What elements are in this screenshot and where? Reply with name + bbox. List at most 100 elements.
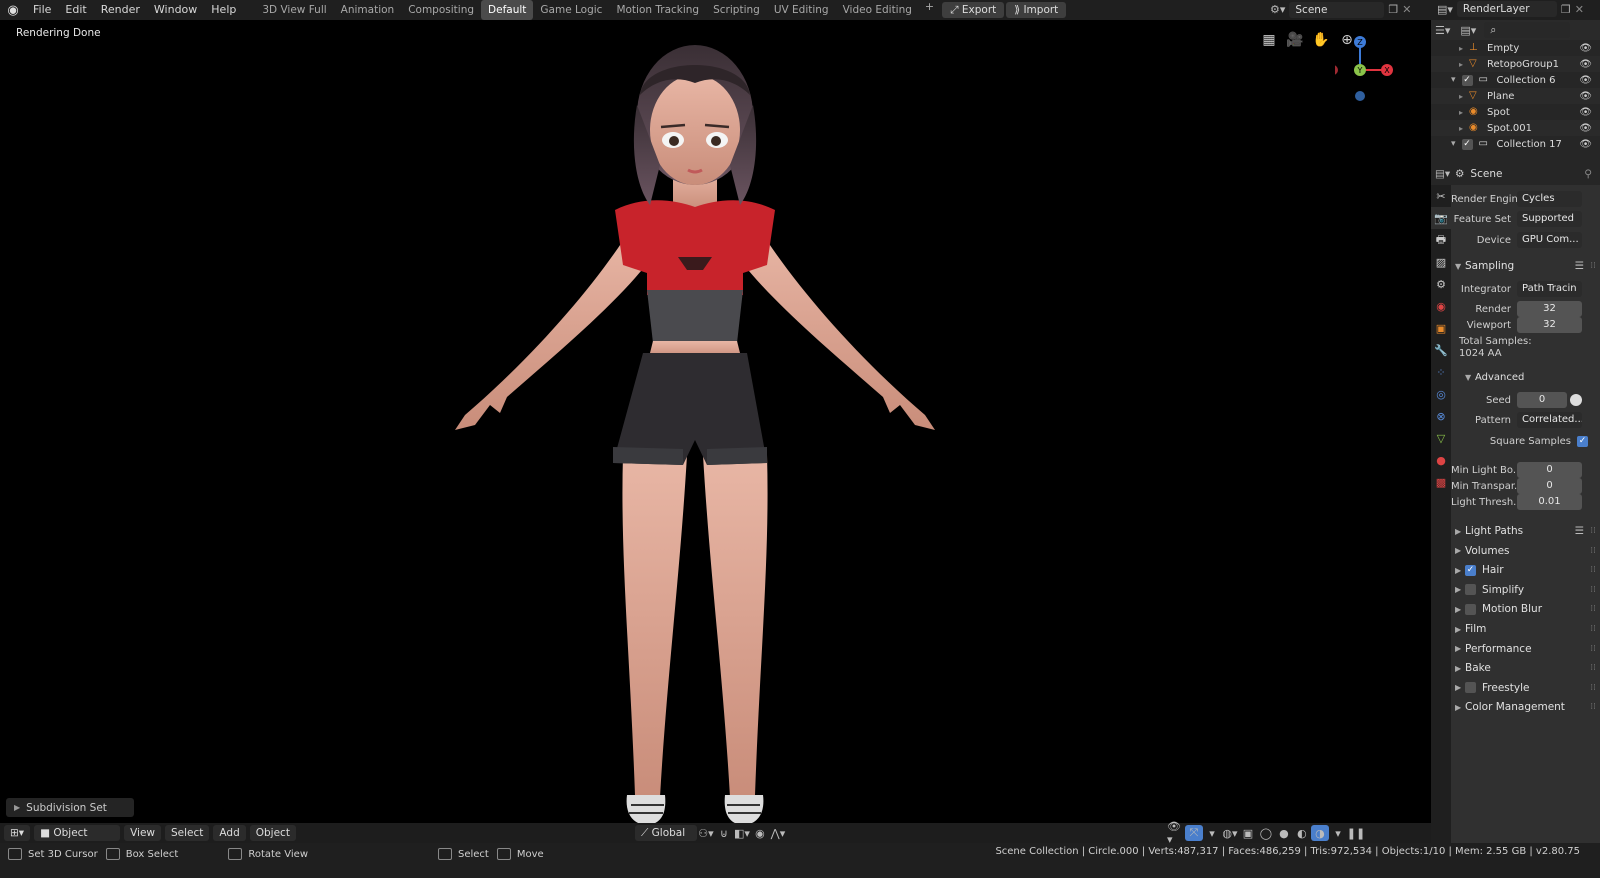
rendered-shading-icon[interactable]: ◑ <box>1310 825 1329 841</box>
snap-target-icon[interactable]: ◧▾ <box>733 825 751 841</box>
drag-handle-icon[interactable]: ⁞⁞ <box>1590 683 1596 693</box>
new-scene-icon[interactable]: ❐ <box>1388 3 1398 16</box>
panel-header[interactable]: ▶ Light Paths ☰ ⁞⁞ <box>1451 521 1600 541</box>
panel-enable-checkbox[interactable] <box>1465 603 1476 615</box>
gizmo-neg-z-axis[interactable] <box>1355 91 1365 101</box>
gizmo-neg-x-axis[interactable] <box>1335 65 1338 75</box>
outliner-item[interactable]: ▾ ✓ ▭ Collection 6 👁 <box>1431 72 1600 88</box>
texture-tab-icon[interactable]: ▩ <box>1431 471 1451 493</box>
tab-3d-view-full[interactable]: 3D View Full <box>255 0 333 20</box>
data-tab-icon[interactable]: ▽ <box>1431 427 1451 449</box>
particles-tab-icon[interactable]: ⁘ <box>1431 361 1451 383</box>
integrator-dropdown[interactable]: Path Tracin <box>1517 281 1582 297</box>
transform-orientation-selector[interactable]: ⟋ Global ▾ <box>634 825 697 855</box>
display-mode-icon[interactable]: ▤▾ <box>1460 24 1476 37</box>
panel-enable-checkbox[interactable]: ✓ <box>1465 564 1476 576</box>
outliner-item[interactable]: ▸ ◉ Spot.001 👁 <box>1431 120 1600 136</box>
panel-header[interactable]: ▶ Simplify ⁞⁞ <box>1451 580 1600 600</box>
gizmo-dropdown-icon[interactable]: ▾ <box>1203 825 1221 841</box>
drag-handle-icon[interactable]: ⁞⁞ <box>1590 702 1596 712</box>
object-tab-icon[interactable]: ▣ <box>1431 317 1451 339</box>
viewport-samples-field[interactable]: 32 <box>1517 317 1582 333</box>
tab-scripting[interactable]: Scripting <box>706 0 767 20</box>
panel-header[interactable]: ▶ Volumes ⁞⁞ <box>1451 541 1600 561</box>
navigation-gizmo[interactable]: Z Y X <box>1335 28 1410 103</box>
tab-animation[interactable]: Animation <box>334 0 402 20</box>
expand-arrow-icon[interactable]: ▸ <box>1459 44 1463 53</box>
wireframe-shading-icon[interactable]: ◯ <box>1257 825 1275 841</box>
advanced-subpanel-header[interactable]: ▼ Advanced <box>1451 367 1600 387</box>
collection-checkbox[interactable]: ✓ <box>1461 138 1473 150</box>
add-workspace-icon[interactable]: + <box>919 0 940 20</box>
outliner-item[interactable]: ▸ ⊥ Empty 👁 <box>1431 40 1600 56</box>
world-tab-icon[interactable]: ◉ <box>1431 295 1451 317</box>
feature-set-dropdown[interactable]: Supported <box>1517 211 1582 227</box>
render-tab-icon[interactable]: 📷 <box>1431 207 1451 229</box>
expand-arrow-icon[interactable]: ▸ <box>1459 124 1463 133</box>
visibility-eye-icon[interactable]: 👁 <box>1579 91 1592 102</box>
expand-arrow-icon[interactable]: ▸ <box>1459 108 1463 117</box>
import-button[interactable]: ⟫ Import <box>1006 2 1067 18</box>
menu-render[interactable]: Render <box>94 0 147 20</box>
modifier-tab-icon[interactable]: 🔧 <box>1431 339 1451 361</box>
pivot-point-icon[interactable]: ⚇▾ <box>697 825 715 841</box>
drag-handle-icon[interactable]: ⁞⁞ <box>1590 644 1596 654</box>
device-dropdown[interactable]: GPU Com... <box>1517 232 1582 248</box>
blender-logo-icon[interactable]: ◉ <box>0 0 26 20</box>
expand-arrow-icon[interactable]: ▸ <box>1459 60 1463 69</box>
drag-handle-icon[interactable]: ⁞⁞ <box>1590 565 1596 575</box>
min-light-bounces-field[interactable]: 0 <box>1517 462 1582 478</box>
tab-uv-editing[interactable]: UV Editing <box>767 0 836 20</box>
scene-name-field[interactable]: Scene <box>1289 1 1385 18</box>
scene-tab-icon[interactable]: ⚙ <box>1431 273 1451 295</box>
overlays-icon[interactable]: ◍▾ <box>1221 825 1239 841</box>
expand-arrow-icon[interactable]: ▾ <box>1451 139 1456 149</box>
pause-render-icon[interactable]: ❚❚ <box>1347 825 1365 841</box>
material-tab-icon[interactable]: ● <box>1431 449 1451 471</box>
menu-edit[interactable]: Edit <box>58 0 93 20</box>
export-button[interactable]: ⤢ Export <box>942 2 1005 18</box>
solid-shading-icon[interactable]: ● <box>1275 825 1293 841</box>
tab-motion-tracking[interactable]: Motion Tracking <box>609 0 706 20</box>
view-layer-tab-icon[interactable]: ▨ <box>1431 251 1451 273</box>
outliner-item[interactable]: ▸ ▽ Plane 👁 <box>1431 88 1600 104</box>
tab-default[interactable]: Default <box>481 0 534 20</box>
light-threshold-field[interactable]: 0.01 <box>1517 494 1582 510</box>
visibility-eye-icon[interactable]: 👁 <box>1579 107 1592 118</box>
panel-header[interactable]: ▶ ✓ Hair ⁞⁞ <box>1451 560 1600 580</box>
new-view-layer-icon[interactable]: ❐ <box>1561 3 1571 16</box>
panel-enable-checkbox[interactable] <box>1465 682 1476 694</box>
constraints-tab-icon[interactable]: ⊗ <box>1431 405 1451 427</box>
gizmo-toggle-icon[interactable]: ⤧ <box>1184 825 1203 841</box>
tab-compositing[interactable]: Compositing <box>401 0 481 20</box>
random-seed-clock-icon[interactable] <box>1570 394 1582 406</box>
outliner-item[interactable]: ▸ ▽ RetopoGroup1 👁 <box>1431 56 1600 72</box>
panel-header[interactable]: ▶ Motion Blur ⁞⁞ <box>1451 599 1600 619</box>
editor-type-icon[interactable]: ⊞▾ <box>4 825 31 841</box>
drag-handle-icon[interactable]: ⁞⁞ <box>1590 624 1596 634</box>
menu-file[interactable]: File <box>26 0 58 20</box>
menu-object[interactable]: Object <box>249 825 296 841</box>
drag-handle-icon[interactable]: ⁞⁞ <box>1590 546 1596 556</box>
panel-header[interactable]: ▶ Color Management ⁞⁞ <box>1451 697 1600 717</box>
panel-header[interactable]: ▶ Freestyle ⁞⁞ <box>1451 678 1600 698</box>
square-samples-checkbox[interactable]: ✓ <box>1577 435 1588 447</box>
proportional-edit-icon[interactable]: ◉ <box>751 825 769 841</box>
tab-video-editing[interactable]: Video Editing <box>836 0 919 20</box>
min-transparent-field[interactable]: 0 <box>1517 478 1582 494</box>
panel-header[interactable]: ▶ Performance ⁞⁞ <box>1451 639 1600 659</box>
collection-checkbox[interactable]: ✓ <box>1461 74 1473 86</box>
view-layer-icon[interactable]: ▤▾ <box>1437 3 1453 16</box>
render-samples-field[interactable]: 32 <box>1517 301 1582 317</box>
pan-hand-icon[interactable]: ✋ <box>1311 30 1331 50</box>
drag-handle-icon[interactable]: ⁞⁞ <box>1590 526 1596 536</box>
xray-icon[interactable]: ▣ <box>1239 825 1257 841</box>
expand-arrow-icon[interactable]: ▾ <box>1451 75 1456 85</box>
output-tab-icon[interactable]: 🖶 <box>1431 229 1451 251</box>
physics-tab-icon[interactable]: ◎ <box>1431 383 1451 405</box>
scene-icon[interactable]: ⚙▾ <box>1270 3 1285 16</box>
panel-header[interactable]: ▶ Bake ⁞⁞ <box>1451 658 1600 678</box>
visibility-eye-icon[interactable]: 👁 <box>1579 59 1592 70</box>
seed-field[interactable]: 0 <box>1517 392 1567 408</box>
menu-view[interactable]: View <box>124 825 161 841</box>
